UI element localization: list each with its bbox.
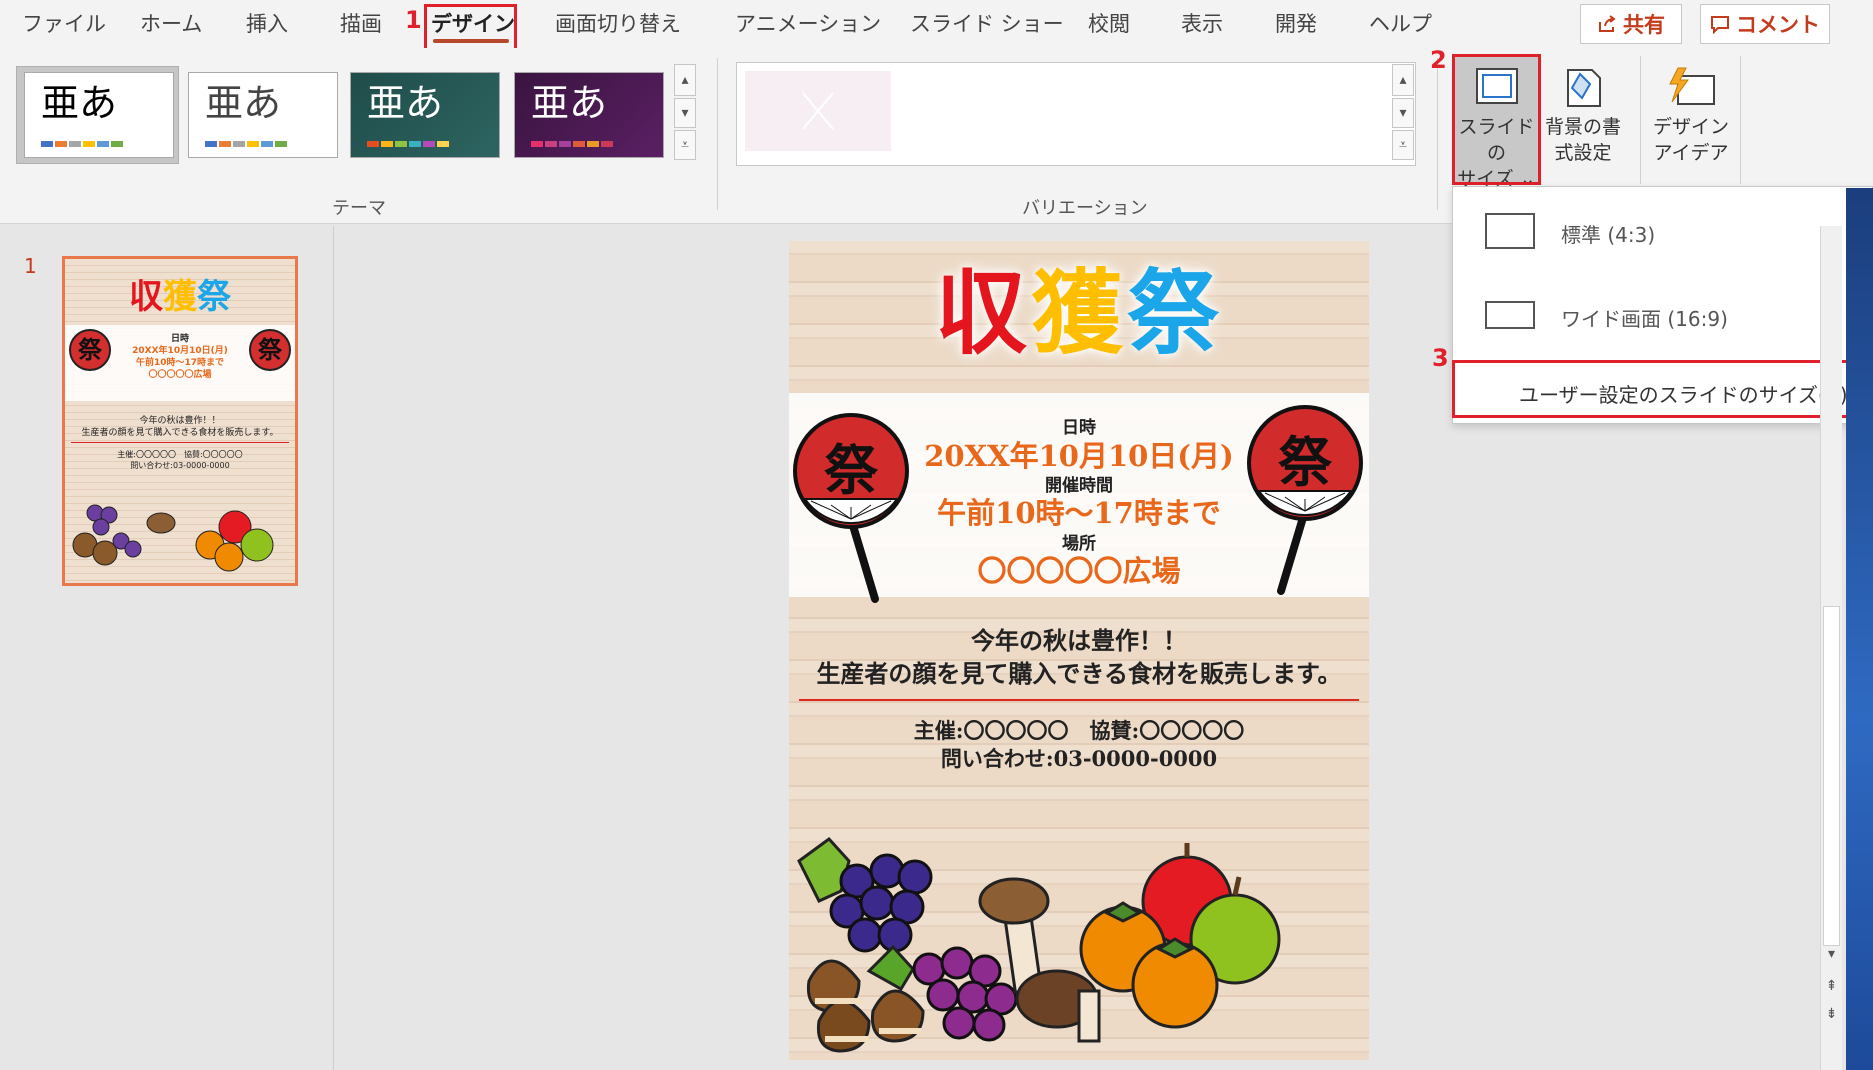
step3-number: 3 <box>1432 344 1449 372</box>
tab-slideshow[interactable]: スライド ショー <box>910 8 1064 38</box>
title-char-2: 獲 <box>1030 259 1127 367</box>
comment-button[interactable]: コメント <box>1700 4 1830 44</box>
thumbnail-produce-illustration <box>72 504 274 572</box>
tab-transitions[interactable]: 画面切り替え <box>555 8 681 38</box>
slide-title: 収獲祭 <box>789 263 1369 363</box>
step1-highlight <box>424 4 517 51</box>
theme-office[interactable]: 亜あ <box>24 72 174 158</box>
theme-office-2[interactable]: 亜あ <box>188 72 338 158</box>
group-divider <box>1437 58 1438 210</box>
design-ideas-icon <box>1669 67 1715 105</box>
comment-icon <box>1711 16 1729 34</box>
theme-group-label: テーマ <box>332 198 386 219</box>
tab-developer[interactable]: 開発 <box>1275 8 1317 38</box>
title-char-1: 収 <box>934 259 1031 367</box>
step2-number: 2 <box>1430 46 1447 74</box>
variation-placeholder <box>745 71 891 151</box>
step1-number: 1 <box>405 6 422 34</box>
message-line-1: 今年の秋は豊作！！ <box>971 626 1187 655</box>
tab-review[interactable]: 校閲 <box>1088 8 1130 38</box>
time-value: 午前10時～17時まで <box>937 496 1221 530</box>
menu-item-widescreen[interactable]: ワイド画面 (16:9) <box>1453 281 1873 351</box>
variations-gallery[interactable] <box>736 62 1416 166</box>
placeholder-x-icon <box>802 92 834 130</box>
menu-item-widescreen-label: ワイド画面 (16:9) <box>1561 307 1728 331</box>
design-ideas-button[interactable]: デザイン アイデア <box>1648 56 1734 182</box>
thumbnail-title: 収獲祭 <box>129 277 231 317</box>
editor-vertical-scrollbar[interactable]: ▾ ⇞ ⇟ <box>1820 226 1842 1070</box>
format-background-button[interactable]: 背景の書 式設定 <box>1540 56 1626 182</box>
sponsor-line: 主催:〇〇〇〇〇 協賛:〇〇〇〇〇 <box>913 718 1245 743</box>
theme-sample-text: 亜あ <box>205 81 282 125</box>
design-ideas-label-1: デザイン <box>1652 116 1729 138</box>
ribbon-tab-bar: ファイル ホーム 挿入 描画 デザイン 画面切り替え アニメーション スライド … <box>0 0 1873 51</box>
design-ideas-label-2: アイデア <box>1653 142 1729 164</box>
group-divider <box>717 58 718 210</box>
tab-view[interactable]: 表示 <box>1181 8 1223 38</box>
variation-more-button[interactable]: ⩡ <box>1392 130 1414 160</box>
tab-help[interactable]: ヘルプ <box>1369 8 1432 38</box>
theme-scroll-up[interactable]: ▴ <box>674 64 696 96</box>
format-background-label-2: 式設定 <box>1554 142 1612 164</box>
share-label: 共有 <box>1623 13 1665 37</box>
standard-ratio-icon <box>1485 213 1535 249</box>
tab-file[interactable]: ファイル <box>22 8 106 38</box>
scrollbar-thumb[interactable] <box>1823 606 1840 946</box>
divider-line <box>799 699 1359 701</box>
variation-group-label: バリエーション <box>1022 198 1148 219</box>
previous-slide-button[interactable]: ⇞ <box>1821 978 1842 994</box>
title-char-3: 祭 <box>1127 259 1224 367</box>
tab-animations[interactable]: アニメーション <box>735 8 881 38</box>
variation-scroll-down[interactable]: ▾ <box>1392 98 1414 128</box>
theme-more-button[interactable]: ⩡ <box>674 130 696 160</box>
step3-highlight <box>1452 360 1873 418</box>
share-icon <box>1599 15 1616 32</box>
scroll-down-arrow[interactable]: ▾ <box>1821 946 1842 962</box>
desktop-background-edge <box>1846 188 1873 1070</box>
step2-highlight <box>1452 54 1541 185</box>
slide-thumbnail[interactable]: 収獲祭 祭 祭 日時 20XX年10月10日(月) 午前10時～17時まで 〇〇… <box>62 256 298 586</box>
comment-label: コメント <box>1736 13 1820 37</box>
date-value: 20XX年10月10日(月) <box>924 439 1234 473</box>
tab-home[interactable]: ホーム <box>140 8 202 38</box>
menu-item-standard[interactable]: 標準 (4:3) <box>1453 197 1873 267</box>
contact-line: 問い合わせ:03-0000-0000 <box>940 746 1218 771</box>
theme-sample-text: 亜あ <box>367 81 444 125</box>
message-line-2: 生産者の顔を見て購入できる食材を販売します。 <box>816 659 1342 688</box>
powerpoint-window: ファイル ホーム 挿入 描画 デザイン 画面切り替え アニメーション スライド … <box>0 0 1873 1070</box>
slide-canvas[interactable]: 収獲祭 祭 祭 日時 20XX年10月10日(月) 開催時間 午前10時～17時… <box>789 241 1369 1060</box>
theme-sample-text: 亜あ <box>531 81 608 125</box>
format-background-icon <box>1567 69 1601 107</box>
menu-item-standard-label: 標準 (4:3) <box>1561 223 1656 247</box>
format-background-label-1: 背景の書 <box>1544 116 1621 138</box>
group-divider <box>1640 56 1641 184</box>
next-slide-button[interactable]: ⇟ <box>1821 1006 1842 1022</box>
theme-sample-text: 亜あ <box>41 81 118 125</box>
place-value: 〇〇〇〇〇広場 <box>977 554 1181 588</box>
theme-teal[interactable]: 亜あ <box>350 72 500 158</box>
theme-purple[interactable]: 亜あ <box>514 72 664 158</box>
tab-insert[interactable]: 挿入 <box>246 8 288 38</box>
group-divider <box>1740 56 1741 184</box>
theme-scroll-down[interactable]: ▾ <box>674 98 696 128</box>
autumn-produce-illustration <box>797 836 1281 1053</box>
widescreen-ratio-icon <box>1485 301 1535 329</box>
thumbnail-number: 1 <box>24 254 37 278</box>
share-button[interactable]: 共有 <box>1580 4 1682 44</box>
variation-scroll-up[interactable]: ▴ <box>1392 64 1414 96</box>
tab-draw[interactable]: 描画 <box>340 8 382 38</box>
